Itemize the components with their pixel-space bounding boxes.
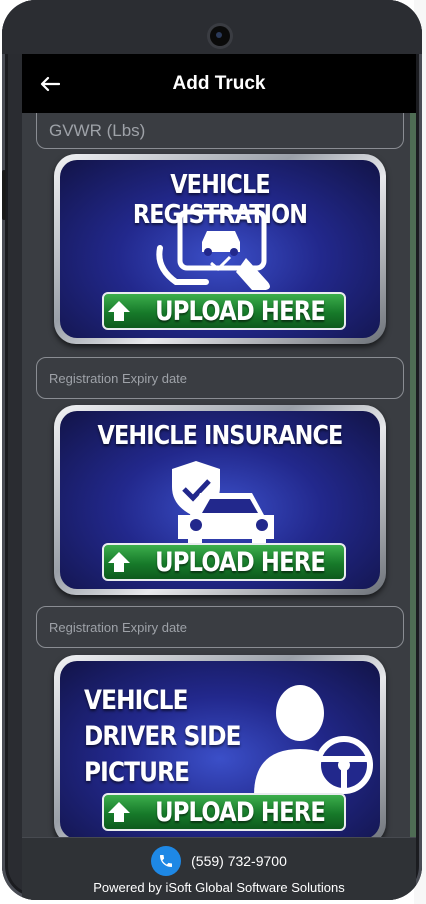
card-background: VEHICLE INSURANCE UPLOAD HERE [60, 411, 380, 589]
arrow-left-icon [40, 76, 60, 92]
insurance-card-title: VEHICLE INSURANCE [97, 421, 344, 451]
tablet-car-hand-icon [156, 209, 270, 290]
registration-expiry-placeholder: Registration Expiry date [49, 370, 188, 386]
upload-arrow-icon [107, 552, 130, 572]
driver-side-title-line-1: VEHICLE [84, 685, 188, 716]
driver-side-card-title: VEHICLE DRIVER SIDE PICTURE [84, 683, 273, 791]
phone-bezel [2, 0, 422, 54]
upload-label: UPLOAD HERE [155, 546, 326, 578]
registration-upload-button[interactable]: UPLOAD HERE [102, 292, 346, 330]
contact-row: (559) 732-9700 [22, 846, 416, 876]
gvwr-placeholder: GVWR (Lbs) [49, 120, 146, 140]
footer: (559) 732-9700 Powered by iSoft Global S… [22, 837, 416, 900]
phone-number-link[interactable]: (559) 732-9700 [191, 853, 287, 869]
upload-label: UPLOAD HERE [155, 295, 326, 327]
card-background: VEHICLE REGISTRATION UPLOAD HERE [60, 160, 380, 338]
registration-expiry-date-field[interactable]: Registration Expiry date [36, 357, 404, 399]
upload-label: UPLOAD HERE [155, 796, 326, 828]
front-camera-icon [210, 26, 230, 46]
scroll-edge [410, 113, 416, 837]
driver-wheel-icon [254, 685, 373, 795]
phone-frame: Add Truck GVWR (Lbs) VEHICLE REGISTRATIO… [2, 0, 422, 900]
card-background: VEHICLE DRIVER SIDE PICTURE UPLOAD HERE [60, 661, 380, 837]
app-bar: Add Truck [22, 54, 416, 113]
gvwr-field[interactable]: GVWR (Lbs) [36, 113, 404, 149]
vehicle-insurance-upload-card[interactable]: VEHICLE INSURANCE UPLOAD HERE [54, 405, 386, 595]
upload-arrow-icon [107, 301, 130, 321]
upload-arrow-icon [107, 802, 130, 822]
volume-key [2, 170, 6, 220]
powered-by-text: Powered by iSoft Global Software Solutio… [93, 880, 345, 895]
driver-side-title-line-2: DRIVER SIDE [84, 721, 242, 752]
shield-car-icon [172, 461, 274, 545]
vehicle-registration-upload-card[interactable]: VEHICLE REGISTRATION UPLOAD HERE [54, 154, 386, 344]
driver-side-title-line-3: PICTURE [84, 757, 190, 788]
back-button[interactable] [36, 70, 64, 98]
driver-side-upload-button[interactable]: UPLOAD HERE [102, 793, 346, 831]
insurance-expiry-date-field[interactable]: Registration Expiry date [36, 606, 404, 648]
app-screen: Add Truck GVWR (Lbs) VEHICLE REGISTRATIO… [22, 54, 416, 900]
form-scroll-area[interactable]: GVWR (Lbs) VEHICLE REGISTRATION UPLOAD H… [22, 113, 416, 837]
page-title: Add Truck [172, 72, 266, 94]
vehicle-driver-side-picture-upload-card[interactable]: VEHICLE DRIVER SIDE PICTURE UPLOAD HERE [54, 655, 386, 837]
insurance-upload-button[interactable]: UPLOAD HERE [102, 543, 346, 581]
insurance-expiry-placeholder: Registration Expiry date [49, 619, 188, 635]
phone-call-button[interactable] [151, 846, 182, 876]
phone-icon [160, 855, 173, 867]
